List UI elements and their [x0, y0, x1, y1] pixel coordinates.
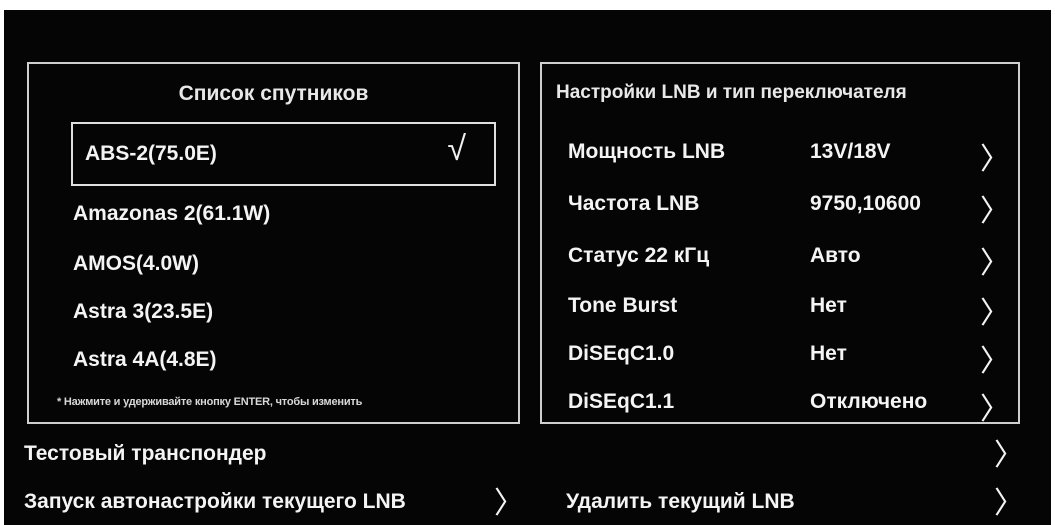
satellite-list-panel: Список спутников ABS-2(75.0E) √ Amazonas… [27, 62, 520, 424]
lnb-power-value: 13V/18V [810, 140, 891, 163]
lnb-row-power[interactable]: Мощность LNB 13V/18V 〉 [542, 130, 1018, 176]
enter-hint-note: * Нажмите и удерживайте кнопку ENTER, чт… [57, 396, 363, 408]
chevron-right-icon[interactable]: 〉 [980, 134, 1010, 178]
satellite-list-title: Список спутников [178, 82, 369, 105]
lnb-row-tone-burst[interactable]: Tone Burst Нет 〉 [542, 284, 1018, 330]
satellite-name: Amazonas 2(61.1W) [73, 202, 271, 225]
diseqc11-label: DiSEqC1.1 [568, 390, 675, 413]
lnb-settings-title: Настройки LNB и тип переключателя [556, 82, 907, 103]
delete-current-lnb-item[interactable]: Удалить текущий LNB [566, 490, 795, 514]
lnb-22khz-value: Авто [810, 244, 861, 267]
lnb-frequency-value: 9750,10600 [810, 192, 921, 215]
lnb-frequency-label: Частота LNB [568, 192, 700, 215]
lnb-power-label: Мощность LNB [568, 140, 726, 163]
tone-burst-label: Tone Burst [568, 294, 678, 317]
satellite-name: ABS-2(75.0E) [85, 142, 217, 165]
check-icon: √ [447, 130, 466, 168]
lnb-row-frequency[interactable]: Частота LNB 9750,10600 〉 [542, 182, 1018, 228]
lnb-settings-panel: Настройки LNB и тип переключателя Мощнос… [540, 62, 1020, 426]
chevron-right-icon[interactable]: 〉 [494, 478, 524, 522]
satellite-item-astra4a[interactable]: Astra 4A(4.8E) [73, 328, 506, 392]
lnb-row-22khz[interactable]: Статус 22 кГц Авто 〉 [542, 234, 1018, 280]
autoscan-current-lnb-item[interactable]: Запуск автонастройки текущего LNB [24, 490, 406, 514]
diseqc10-label: DiSEqC1.0 [568, 342, 675, 365]
lnb-22khz-label: Статус 22 кГц [568, 244, 710, 267]
chevron-right-icon[interactable]: 〉 [980, 288, 1010, 332]
test-transponder-item[interactable]: Тестовый транспондер [24, 442, 266, 466]
chevron-right-icon[interactable]: 〉 [994, 430, 1024, 474]
tv-screen: Список спутников ABS-2(75.0E) √ Amazonas… [4, 10, 1051, 525]
diseqc11-value: Отключено [810, 390, 928, 413]
chevron-right-icon[interactable]: 〉 [994, 478, 1024, 522]
chevron-right-icon[interactable]: 〉 [980, 336, 1010, 380]
satellite-name: AMOS(4.0W) [73, 252, 199, 275]
satellite-name: Astra 3(23.5E) [73, 300, 214, 323]
diseqc10-value: Нет [810, 342, 847, 365]
chevron-right-icon[interactable]: 〉 [980, 186, 1010, 230]
lnb-row-diseqc10[interactable]: DiSEqC1.0 Нет 〉 [542, 332, 1018, 378]
satellite-item-abs2[interactable]: ABS-2(75.0E) √ [71, 122, 496, 186]
satellite-name: Astra 4A(4.8E) [73, 348, 217, 371]
chevron-right-icon[interactable]: 〉 [980, 384, 1010, 428]
lnb-row-diseqc11[interactable]: DiSEqC1.1 Отключено 〉 [542, 380, 1018, 426]
chevron-right-icon[interactable]: 〉 [980, 238, 1010, 282]
tone-burst-value: Нет [810, 294, 847, 317]
